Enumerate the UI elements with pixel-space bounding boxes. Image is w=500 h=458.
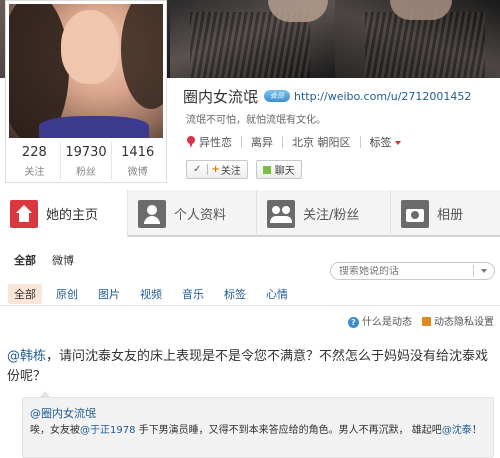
follow-button[interactable]: ✓ + 关注: [186, 160, 248, 179]
filter-images[interactable]: 图片: [98, 286, 120, 302]
stat-following[interactable]: 228 关注: [9, 142, 61, 180]
tag-orientation[interactable]: 异性恋: [199, 134, 232, 150]
divider: [0, 305, 500, 306]
feed-subtabs: 全部 微博: [14, 252, 74, 268]
repost-text: 唉，女友被: [30, 425, 80, 436]
stat-posts[interactable]: 1416 微博: [112, 142, 163, 180]
profile-url-link[interactable]: http://weibo.com/u/2712001452: [294, 90, 471, 103]
plus-icon: +: [211, 164, 220, 175]
post-text: ，请问沈泰女友的床上表现是不是令您不满意？不然怎么于妈妈没有给沈泰戏份呢？: [7, 349, 489, 384]
filter-videos[interactable]: 视频: [140, 286, 162, 302]
stat-posts-count: 1416: [121, 145, 155, 160]
repost-text: 手下男演员睡，又得不到本来答应给的角色。男人不再沉默， 雄起吧: [135, 425, 442, 436]
profile-tags: 异性恋 离异 北京 朝阳区 标签: [186, 134, 401, 150]
feed-privacy-link[interactable]: 动态隐私设置: [422, 313, 494, 328]
help-icon: ?: [348, 317, 359, 328]
chat-icon: [262, 165, 271, 174]
vip-badge-icon[interactable]: 会员: [264, 90, 291, 102]
tab-follows-label: 关注/粉丝: [303, 208, 360, 223]
repost-box: @圈内女流氓 唉，女友被@于正1978 手下男演员睡，又得不到本来答应给的角色。…: [22, 391, 494, 458]
subtab-all[interactable]: 全部: [14, 252, 36, 268]
profile-tabs: 她的主页 个人资料 关注/粉丝 相册: [0, 190, 500, 237]
repost-mention[interactable]: @于正1978: [80, 425, 135, 436]
profile-name: 圈内女流氓: [183, 87, 259, 106]
what-is-feed-link[interactable]: ? 什么是动态: [348, 313, 412, 328]
repost-mention[interactable]: @沈泰: [442, 425, 472, 436]
check-icon: ✓: [193, 164, 202, 175]
camera-icon: [401, 199, 429, 228]
location-pin-icon: [186, 136, 196, 148]
profile-header: 圈内女流氓 会员 http://weibo.com/u/2712001452: [183, 86, 471, 106]
tab-profile-info-label: 个人资料: [174, 208, 227, 223]
feed-help: ? 什么是动态 动态隐私设置: [348, 313, 494, 328]
divider: [282, 136, 283, 148]
avatar[interactable]: [9, 4, 163, 138]
stat-following-label: 关注: [24, 167, 45, 178]
profile-actions: ✓ + 关注 聊天: [186, 160, 302, 179]
feed-search: [330, 262, 495, 280]
filter-original[interactable]: 原创: [56, 286, 78, 302]
profile-bio: 流氓不可怕，就怕流氓有文化。: [186, 115, 326, 126]
tab-home[interactable]: 她的主页: [0, 190, 128, 237]
tab-albums[interactable]: 相册: [391, 190, 500, 237]
chat-label: 聊天: [274, 166, 295, 177]
profile-stats: 228 关注 19730 粉丝 1416 微博: [9, 142, 163, 180]
stat-fans[interactable]: 19730 粉丝: [61, 142, 113, 180]
tags-dropdown[interactable]: 标签: [370, 134, 401, 150]
stat-fans-label: 粉丝: [76, 167, 96, 178]
chat-button[interactable]: 聊天: [255, 160, 302, 179]
filter-mood[interactable]: 心情: [266, 286, 288, 302]
filter-tags[interactable]: 标签: [224, 286, 246, 302]
search-dropdown-icon[interactable]: [474, 263, 494, 279]
post-mention[interactable]: @韩栋: [7, 349, 46, 364]
repost-author[interactable]: @圈内女流氓: [30, 406, 486, 421]
tags-dropdown-label: 标签: [369, 136, 392, 149]
feed-filters: 全部 原创 图片 视频 音乐 标签 心情: [8, 284, 308, 304]
tab-follows[interactable]: 关注/粉丝: [257, 190, 391, 237]
divider: [359, 136, 361, 148]
what-is-feed-label: 什么是动态: [362, 317, 412, 328]
lock-icon: [422, 317, 431, 326]
post-body: @韩栋，请问沈泰女友的床上表现是不是令您不满意？不然怎么于妈妈没有给沈泰戏份呢？: [7, 347, 497, 387]
people-icon: [267, 199, 295, 228]
home-icon: [10, 199, 38, 228]
person-icon: [138, 199, 166, 228]
stat-following-count: 228: [21, 145, 47, 160]
search-input[interactable]: [339, 265, 459, 277]
tab-albums-label: 相册: [437, 208, 464, 223]
tab-home-label: 她的主页: [46, 208, 99, 223]
tab-profile-info[interactable]: 个人资料: [128, 190, 257, 237]
follow-label: 关注: [220, 166, 241, 177]
subtab-weibo[interactable]: 微博: [52, 252, 74, 268]
chevron-down-icon: [394, 141, 401, 145]
stat-fans-count: 19730: [65, 145, 107, 160]
tag-location[interactable]: 北京 朝阳区: [292, 134, 351, 150]
filter-music[interactable]: 音乐: [182, 286, 204, 302]
feed-privacy-label: 动态隐私设置: [434, 317, 494, 328]
profile-card: 228 关注 19730 粉丝 1416 微博: [5, 0, 167, 183]
repost-text: ！: [471, 425, 482, 436]
divider: [241, 136, 242, 148]
tag-marital[interactable]: 离异: [251, 134, 273, 150]
stat-posts-label: 微博: [127, 167, 148, 178]
filter-all[interactable]: 全部: [8, 284, 42, 304]
